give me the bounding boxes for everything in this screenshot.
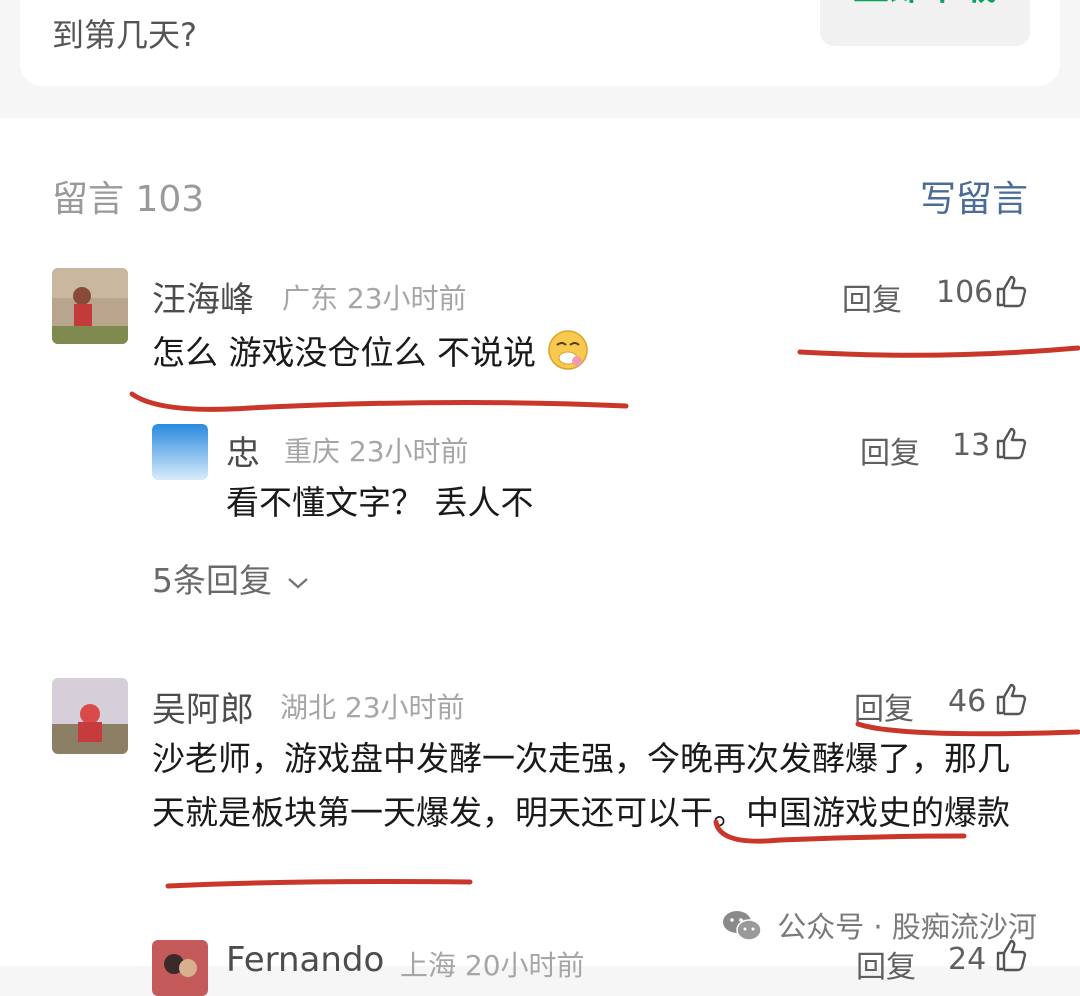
like-count: 24 [948, 942, 987, 977]
comments-section: 留言 103 写留言 汪海峰 广东 23小时前 回复 106 怎么 游戏没仓位么… [0, 118, 1080, 996]
chevron-down-icon [287, 578, 308, 589]
avatar[interactable] [52, 678, 128, 754]
comment-count: 留言 103 [52, 179, 205, 220]
article-footer-card: 到第几天? 立即下载 [20, 0, 1060, 86]
emoji-face-icon [548, 330, 589, 370]
reply-meta: 重庆 23小时前 [284, 435, 469, 468]
expand-replies-button[interactable]: 5条回复 [152, 554, 309, 602]
wechat-icon [723, 911, 762, 941]
like-count: 106 [936, 275, 994, 310]
avatar[interactable] [152, 940, 208, 996]
article-tail-text: 到第几天? [52, 16, 197, 54]
write-comment-button[interactable]: 写留言 [920, 170, 1028, 222]
expand-replies-label: 5条回复 [152, 561, 272, 600]
like-count: 13 [952, 428, 991, 463]
comment-author[interactable]: Fernando [226, 940, 384, 980]
reply-button[interactable]: 回复 [854, 684, 914, 728]
avatar[interactable] [152, 424, 208, 480]
thumbs-up-icon[interactable] [994, 682, 1028, 716]
reply-button[interactable]: 回复 [860, 428, 920, 472]
reply-button[interactable]: 回复 [856, 942, 916, 986]
avatar[interactable] [52, 268, 128, 344]
download-button[interactable]: 立即下载 [820, 0, 1030, 46]
comment-text: 沙老师，游戏盘中发酵一次走强，今晚再次发酵爆了，那几天就是板块第一天爆发，明天还… [152, 739, 1010, 832]
thumbs-up-icon[interactable] [994, 274, 1028, 308]
reply-author[interactable]: 忠 [226, 426, 260, 475]
comment-meta: 上海 20小时前 [400, 949, 585, 982]
comment-author[interactable]: 汪海峰 [152, 272, 254, 321]
comment-meta: 湖北 23小时前 [280, 691, 465, 724]
watermark: 公众号 · 股痴流沙河 [722, 904, 1037, 946]
comment-meta: 广东 23小时前 [282, 282, 467, 315]
reply-button[interactable]: 回复 [842, 275, 902, 319]
download-button-label: 立即下载 [820, 0, 1030, 10]
like-count: 46 [948, 684, 987, 719]
reply-text: 看不懂文字？ 丢人不 [226, 483, 534, 522]
thumbs-up-icon[interactable] [994, 938, 1028, 972]
comment-text: 怎么 游戏没仓位么 不说说 [152, 326, 590, 380]
thumbs-up-icon[interactable] [994, 426, 1028, 460]
comment-text-body: 怎么 游戏没仓位么 不说说 [152, 333, 536, 372]
comment-author[interactable]: 吴阿郎 [152, 682, 254, 731]
